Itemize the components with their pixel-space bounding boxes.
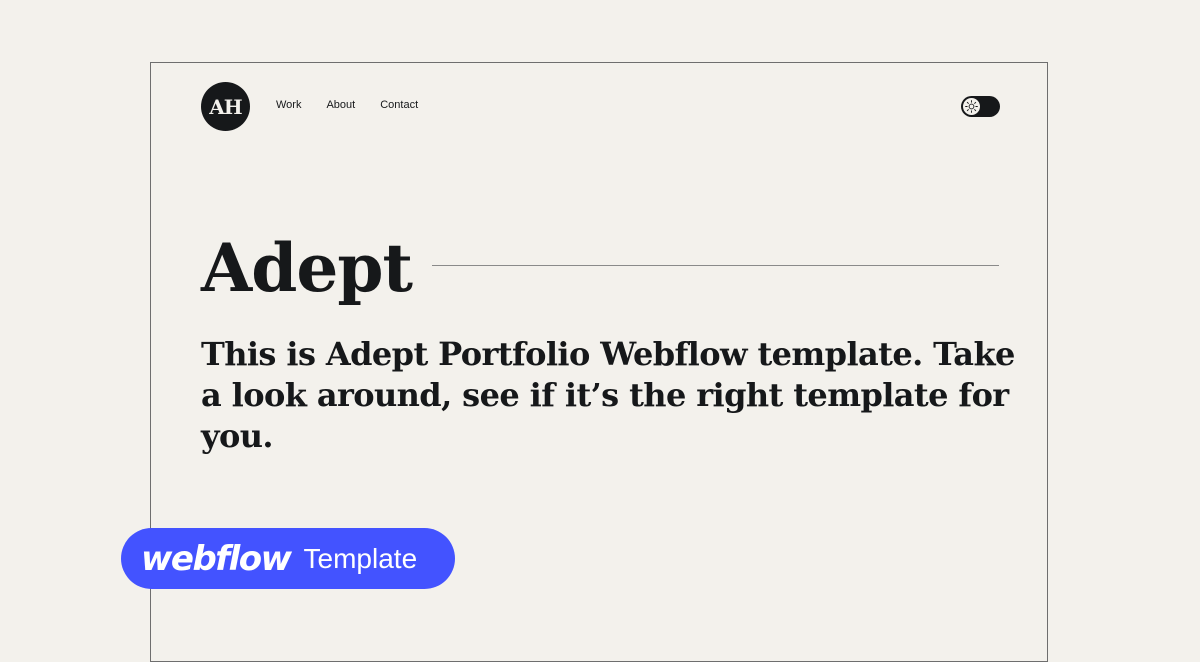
nav-item-work[interactable]: Work bbox=[276, 99, 301, 111]
logo-text: AH bbox=[209, 94, 242, 119]
logo[interactable]: AH bbox=[201, 82, 250, 131]
theme-toggle[interactable] bbox=[961, 96, 1000, 117]
nav-item-about[interactable]: About bbox=[326, 99, 355, 111]
hero-divider bbox=[432, 265, 999, 266]
sun-icon bbox=[965, 100, 978, 113]
webflow-template-badge[interactable]: webflow Template bbox=[121, 528, 455, 589]
main-nav: Work About Contact bbox=[276, 99, 443, 111]
badge-label: Template bbox=[303, 542, 418, 574]
nav-item-contact[interactable]: Contact bbox=[380, 99, 418, 111]
webflow-logo: webflow bbox=[141, 538, 292, 579]
hero-title: Adept bbox=[201, 229, 413, 307]
hero-description: This is Adept Portfolio Webflow template… bbox=[201, 335, 1015, 455]
toggle-knob bbox=[962, 97, 981, 116]
